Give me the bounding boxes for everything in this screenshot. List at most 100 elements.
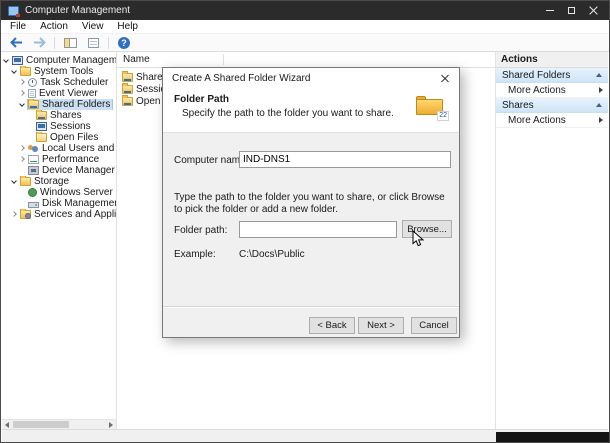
- actions-pane-title: Actions: [496, 52, 608, 68]
- tree-item-disk-management[interactable]: Disk Management: [2, 198, 116, 209]
- toolbar-separator: [54, 36, 55, 49]
- menu-action[interactable]: Action: [40, 21, 68, 32]
- toolbar: ?: [1, 34, 609, 52]
- chevron-collapsed-icon[interactable]: [19, 79, 25, 85]
- wizard-folder-icon: 22: [416, 95, 449, 121]
- dialog-heading: Folder Path: [174, 94, 230, 105]
- folder-path-input[interactable]: [239, 221, 397, 238]
- computer-management-window: Computer Management File Action View Hel…: [0, 0, 610, 443]
- computer-management-icon: [8, 5, 20, 17]
- tree-item-task-scheduler[interactable]: Task Scheduler: [2, 77, 116, 88]
- chart-icon: [28, 155, 39, 164]
- tree-item-storage[interactable]: Storage: [2, 176, 116, 187]
- users-icon: [28, 144, 39, 153]
- close-icon: [441, 75, 449, 83]
- back-arrow-icon[interactable]: [8, 35, 24, 50]
- console-tree-pane: Computer Management (Local) System Tools…: [2, 52, 117, 429]
- disk-icon: [28, 201, 39, 208]
- actions-section-shared-folders[interactable]: Shared Folders: [496, 68, 608, 83]
- gear-folder-icon: [20, 209, 31, 219]
- help-icon[interactable]: ?: [116, 35, 132, 50]
- chevron-collapsed-icon[interactable]: [19, 156, 25, 162]
- mouse-cursor: [412, 230, 424, 247]
- tree-item-system-tools[interactable]: System Tools: [2, 66, 116, 77]
- menu-help[interactable]: Help: [117, 21, 138, 32]
- back-button[interactable]: < Back: [309, 317, 355, 334]
- folder-icon: [20, 176, 31, 186]
- tree-item-device-manager[interactable]: Device Manager: [2, 165, 116, 176]
- computer-icon: [12, 56, 23, 65]
- cancel-button[interactable]: Cancel: [411, 317, 457, 334]
- scroll-right-arrow-icon[interactable]: [106, 420, 116, 429]
- tree-item-shares[interactable]: Shares: [2, 110, 116, 121]
- folder-path-label: Folder path:: [174, 225, 228, 236]
- clock-icon: [28, 78, 37, 87]
- tree-item-open-files[interactable]: Open Files: [2, 132, 116, 143]
- scrollbar-thumb[interactable]: [13, 421, 69, 428]
- shared-folder-icon: [122, 94, 133, 106]
- backup-icon: [28, 188, 37, 197]
- sessions-icon: [36, 122, 47, 131]
- submenu-arrow-icon: [599, 87, 603, 93]
- chevron-expanded-icon[interactable]: [11, 68, 17, 74]
- folder-icon-badge: 22: [437, 111, 449, 121]
- example-value: C:\Docs\Public: [239, 249, 305, 260]
- shared-folder-icon: [122, 70, 133, 82]
- properties-icon[interactable]: [85, 35, 101, 50]
- window-title: Computer Management: [25, 5, 131, 16]
- dialog-header: Folder Path Specify the path to the fold…: [163, 89, 459, 133]
- submenu-arrow-icon: [599, 117, 603, 123]
- taskbar-fragment[interactable]: [496, 432, 609, 442]
- computer-name-label: Computer name:: [174, 155, 249, 166]
- tree-item-local-users-and-groups[interactable]: Local Users and Groups: [2, 143, 116, 154]
- chevron-collapsed-icon[interactable]: [19, 90, 25, 96]
- tree-item-services-and-applications[interactable]: Services and Applications: [2, 209, 116, 220]
- device-icon: [28, 166, 39, 175]
- menu-view[interactable]: View: [82, 21, 104, 32]
- dialog-title: Create A Shared Folder Wizard: [172, 73, 311, 84]
- chevron-expanded-icon[interactable]: [11, 178, 17, 184]
- browse-button[interactable]: Browse...: [402, 220, 452, 238]
- actions-section-shares[interactable]: Shares: [496, 98, 608, 113]
- tree-item-event-viewer[interactable]: Event Viewer: [2, 88, 116, 99]
- show-console-tree-icon[interactable]: [62, 35, 78, 50]
- shared-folder-icon: [122, 82, 133, 94]
- column-header-name[interactable]: Name: [117, 52, 495, 68]
- chevron-collapsed-icon[interactable]: [11, 211, 17, 217]
- log-icon: [28, 89, 36, 98]
- window-titlebar[interactable]: Computer Management: [1, 1, 609, 20]
- tree-item-shared-folders[interactable]: Shared Folders: [2, 99, 116, 110]
- scroll-left-arrow-icon[interactable]: [2, 420, 12, 429]
- chevron-expanded-icon[interactable]: [19, 101, 25, 107]
- open-folder-icon: [36, 132, 47, 142]
- next-button[interactable]: Next >: [358, 317, 404, 334]
- menu-file[interactable]: File: [10, 21, 26, 32]
- chevron-expanded-icon[interactable]: [3, 57, 9, 63]
- dialog-titlebar[interactable]: Create A Shared Folder Wizard: [163, 68, 459, 89]
- more-actions-shared-folders[interactable]: More Actions: [496, 83, 608, 98]
- window-close-button[interactable]: [589, 6, 598, 15]
- tree-item-windows-server-backup[interactable]: Windows Server Backup: [2, 187, 116, 198]
- tree-item-sessions[interactable]: Sessions: [2, 121, 116, 132]
- actions-pane: Actions Shared Folders More Actions Shar…: [495, 52, 608, 429]
- collapse-section-icon[interactable]: [596, 103, 602, 107]
- maximize-button[interactable]: [568, 7, 575, 14]
- more-actions-shares[interactable]: More Actions: [496, 113, 608, 128]
- menu-bar: File Action View Help: [1, 20, 609, 34]
- chevron-collapsed-icon[interactable]: [19, 145, 25, 151]
- collapse-section-icon[interactable]: [596, 73, 602, 77]
- tree-item-computer-management-local[interactable]: Computer Management (Local): [2, 55, 116, 66]
- dialog-separator: [163, 306, 459, 308]
- dialog-instruction: Type the path to the folder you want to …: [174, 192, 445, 215]
- create-shared-folder-wizard-dialog: Create A Shared Folder Wizard Folder Pat…: [162, 67, 460, 338]
- toolbar-separator: [108, 36, 109, 49]
- computer-name-field[interactable]: [239, 151, 451, 168]
- dialog-subheading: Specify the path to the folder you want …: [182, 108, 394, 119]
- dialog-close-button[interactable]: [430, 68, 459, 89]
- horizontal-scrollbar[interactable]: [2, 419, 116, 429]
- forward-arrow-icon[interactable]: [31, 35, 47, 50]
- tree-item-performance[interactable]: Performance: [2, 154, 116, 165]
- shared-folder-icon: [36, 110, 47, 120]
- minimize-button[interactable]: [546, 10, 554, 11]
- folder-icon: [20, 66, 31, 76]
